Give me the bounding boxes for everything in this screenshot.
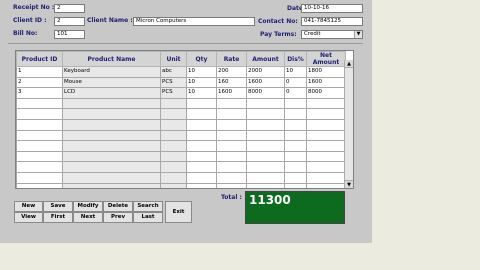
bill-no-label: Bill No: <box>13 30 38 37</box>
receipt-no-field[interactable]: 2 <box>54 4 85 13</box>
chevron-down-icon[interactable]: ▼ <box>354 31 362 38</box>
table-row[interactable]: 1 Keyboard abc 10 200 2000 10 1800 <box>16 66 346 78</box>
client-name-label: Client Name : <box>87 17 133 24</box>
modify-button[interactable]: Modify <box>73 201 103 212</box>
empty-row[interactable] <box>16 150 346 163</box>
action-button-panel: New Save Modify Delete Search View First… <box>14 199 194 225</box>
billing-window: Receipt No : 2 Client ID : 2 Bill No: 10… <box>0 0 372 243</box>
client-id-field[interactable]: 2 <box>54 17 85 26</box>
pay-terms-select[interactable]: Credit ▼ <box>301 30 363 39</box>
cell-net-amount[interactable]: 1600 <box>306 76 346 89</box>
view-button[interactable]: View <box>14 212 43 223</box>
header-separator <box>8 43 363 44</box>
next-button[interactable]: Next <box>73 212 103 223</box>
client-id-label: Client ID : <box>13 17 47 24</box>
total-value: 11300 <box>249 193 291 207</box>
cell-qty[interactable]: 10 <box>186 76 217 89</box>
cell-amount[interactable]: 2000 <box>246 66 285 78</box>
column-header-product-name[interactable]: Product Name <box>62 51 161 67</box>
column-header-qty[interactable]: Qty <box>186 51 217 67</box>
scroll-up-arrow-icon[interactable]: ▲ <box>345 60 353 68</box>
contact-no-field[interactable]: 041-7845125 <box>301 17 363 26</box>
table-row[interactable]: 2 Mouse PCS 10 160 1600 0 1600 <box>16 76 346 89</box>
empty-row[interactable] <box>16 161 346 173</box>
empty-row[interactable] <box>16 140 346 152</box>
client-name-field[interactable]: Micron Computers <box>133 17 255 26</box>
cell-product-id[interactable]: 3 <box>16 87 63 99</box>
product-grid[interactable]: Product ID Product Name Unit Qty Rate Am… <box>15 50 354 189</box>
column-header-amount[interactable]: Amount <box>246 51 285 67</box>
cell-unit[interactable]: PCS <box>160 87 187 99</box>
search-button[interactable]: Search <box>133 201 163 212</box>
cell-discount[interactable]: 10 <box>284 66 307 78</box>
cell-net-amount[interactable]: 1800 <box>306 66 346 78</box>
cell-amount[interactable]: 8000 <box>246 87 285 99</box>
cell-rate[interactable]: 160 <box>216 76 247 89</box>
column-header-net-amount[interactable]: Net Amount <box>306 51 346 67</box>
delete-button[interactable]: Delete <box>103 201 133 212</box>
contact-no-label: Contact No: <box>258 18 298 25</box>
empty-row[interactable] <box>16 97 346 110</box>
cell-net-amount[interactable]: 8000 <box>306 87 346 99</box>
cell-product-name[interactable]: LCD <box>62 87 161 99</box>
empty-row[interactable] <box>16 118 346 131</box>
empty-row[interactable] <box>16 108 346 120</box>
cell-unit[interactable]: PCS <box>160 76 187 89</box>
empty-row[interactable] <box>16 171 346 184</box>
date-field[interactable]: 10-10-16 <box>301 4 363 13</box>
empty-row[interactable] <box>16 182 346 188</box>
cell-rate[interactable]: 1600 <box>216 87 247 99</box>
cell-unit[interactable]: abc <box>160 66 187 78</box>
cell-rate[interactable]: 200 <box>216 66 247 78</box>
cell-discount[interactable]: 0 <box>284 87 307 99</box>
cell-product-name[interactable]: Mouse <box>62 76 161 89</box>
cell-product-name[interactable]: Keyboard <box>62 66 161 78</box>
column-header-unit[interactable]: Unit <box>160 51 187 67</box>
pay-terms-label: Pay Terms: <box>260 31 297 38</box>
cell-amount[interactable]: 1600 <box>246 76 285 89</box>
total-display: 11300 <box>245 191 345 224</box>
first-button[interactable]: First <box>43 212 73 223</box>
cell-discount[interactable]: 0 <box>284 76 307 89</box>
product-table: Product ID Product Name Unit Qty Rate Am… <box>16 51 346 188</box>
last-button[interactable]: Last <box>133 212 163 223</box>
column-header-product-id[interactable]: Product ID <box>16 51 63 67</box>
exit-button[interactable]: Exit <box>165 201 192 223</box>
cell-product-id[interactable]: 1 <box>16 66 63 78</box>
cell-qty[interactable]: 10 <box>186 66 217 78</box>
pay-terms-value: Credit <box>304 31 321 37</box>
empty-row[interactable] <box>16 129 346 142</box>
new-button[interactable]: New <box>14 201 43 212</box>
grid-header-row: Product ID Product Name Unit Qty Rate Am… <box>16 51 346 67</box>
prev-button[interactable]: Prev <box>103 212 133 223</box>
save-button[interactable]: Save <box>43 201 73 212</box>
cell-product-id[interactable]: 2 <box>16 76 63 89</box>
scroll-down-arrow-icon[interactable]: ▼ <box>345 180 353 188</box>
cell-qty[interactable]: 10 <box>186 87 217 99</box>
total-label: Total : <box>221 194 242 201</box>
table-row[interactable]: 3 LCD PCS 10 1600 8000 0 8000 <box>16 87 346 99</box>
column-header-discount[interactable]: Dis% <box>284 51 307 67</box>
receipt-no-label: Receipt No : <box>13 4 55 11</box>
grid-vertical-scrollbar[interactable]: ▲ ▼ <box>344 60 353 188</box>
column-header-rate[interactable]: Rate <box>216 51 247 67</box>
bill-no-field[interactable]: 101 <box>54 30 85 39</box>
